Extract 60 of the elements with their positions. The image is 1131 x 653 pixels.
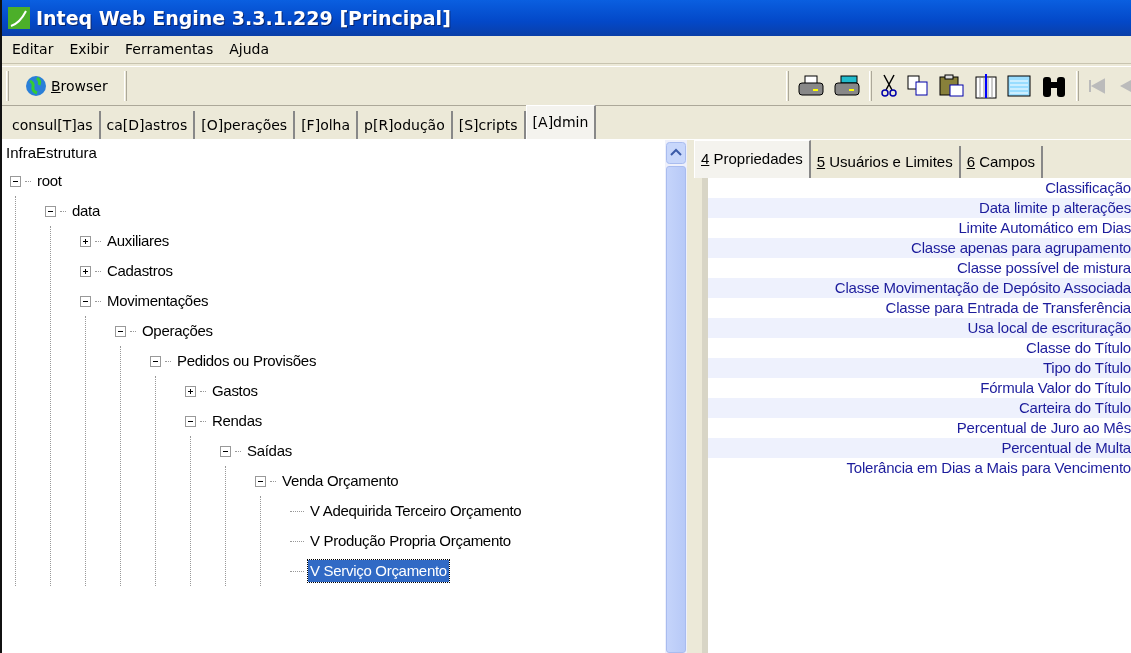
tree-item[interactable]: V Serviço Orçamento bbox=[308, 559, 449, 583]
property-label: Classe para Entrada de Transferência bbox=[884, 298, 1131, 318]
property-label: Percentual de Juro ao Mês bbox=[955, 418, 1131, 438]
printer-icon[interactable] bbox=[834, 75, 860, 97]
browser-button[interactable]: Browser bbox=[13, 73, 120, 99]
property-label: Data limite p alterações bbox=[708, 198, 1131, 218]
collapse-toggle[interactable] bbox=[115, 325, 126, 337]
tab[interactable]: 4 Propriedades bbox=[694, 140, 811, 178]
tree-item[interactable]: V Adequirida Terceiro Orçamento bbox=[308, 499, 524, 523]
tree-title: InfraEstrutura bbox=[6, 143, 97, 163]
scissors-icon[interactable] bbox=[881, 74, 897, 98]
property-label: Classe Movimentação de Depósito Associada bbox=[708, 278, 1131, 298]
copy-icon[interactable] bbox=[907, 75, 929, 97]
property-label: Classe apenas para agrupamento bbox=[708, 238, 1131, 258]
tree-item[interactable]: V Produção Propria Orçamento bbox=[308, 529, 513, 553]
property-label: Percentual de Multa bbox=[708, 438, 1131, 458]
collapse-toggle[interactable] bbox=[185, 415, 196, 427]
tree-item[interactable]: Saídas bbox=[245, 439, 294, 463]
property-label: Usa local de escrituração bbox=[708, 318, 1131, 338]
tree-item[interactable]: Gastos bbox=[210, 379, 260, 403]
collapse-toggle[interactable] bbox=[150, 355, 161, 367]
tree-item[interactable]: Operações bbox=[140, 319, 215, 343]
menu-item[interactable]: Ferramentas bbox=[119, 39, 220, 60]
tree-item[interactable]: Venda Orçamento bbox=[280, 469, 401, 493]
binoculars-icon[interactable] bbox=[1041, 74, 1067, 98]
collapse-toggle[interactable] bbox=[220, 445, 231, 457]
expand-toggle[interactable] bbox=[80, 235, 91, 247]
tree-item[interactable]: Auxiliares bbox=[105, 229, 172, 253]
tree-item[interactable]: data bbox=[70, 199, 102, 223]
property-label: Fórmula Valor do Título bbox=[979, 378, 1131, 398]
property-label: Classe do Título bbox=[1025, 338, 1131, 358]
collapse-toggle[interactable] bbox=[255, 475, 266, 487]
menu-item[interactable]: Exibir bbox=[63, 39, 115, 60]
scroll-up-button[interactable] bbox=[666, 142, 686, 164]
property-label: Classificação bbox=[1044, 178, 1131, 198]
tree-item[interactable]: Rendas bbox=[210, 409, 264, 433]
globe-icon bbox=[25, 75, 47, 97]
expand-toggle[interactable] bbox=[80, 265, 91, 277]
tree-item[interactable]: Movimentações bbox=[105, 289, 211, 313]
property-label: Carteira do Título bbox=[708, 398, 1131, 418]
collapse-toggle[interactable] bbox=[45, 205, 56, 217]
paste-icon[interactable] bbox=[939, 74, 965, 98]
menu-item[interactable]: Editar bbox=[6, 39, 60, 60]
printer-icon[interactable] bbox=[798, 75, 824, 97]
property-label: Tipo do Título bbox=[708, 358, 1131, 378]
tree-item[interactable]: Pedidos ou Provisões bbox=[175, 349, 319, 373]
property-label: Tolerância em Dias a Mais para Vencimento bbox=[845, 458, 1131, 478]
menu-item[interactable]: Ajuda bbox=[223, 39, 276, 60]
column-icon[interactable] bbox=[975, 73, 997, 99]
grid-icon[interactable] bbox=[1007, 75, 1031, 97]
expand-toggle[interactable] bbox=[185, 385, 196, 397]
collapse-toggle[interactable] bbox=[10, 175, 21, 187]
app-icon bbox=[8, 7, 30, 29]
tree-item[interactable]: Cadastros bbox=[105, 259, 175, 283]
window-title: Inteq Web Engine 3.3.1.229 [Principal] bbox=[36, 5, 451, 31]
tree-item[interactable]: root bbox=[35, 169, 64, 193]
property-label: Limite Automático em Dias bbox=[957, 218, 1131, 238]
tab[interactable]: [A]dmin bbox=[525, 105, 597, 139]
property-label: Classe possível de mistura bbox=[955, 258, 1131, 278]
collapse-toggle[interactable] bbox=[80, 295, 91, 307]
